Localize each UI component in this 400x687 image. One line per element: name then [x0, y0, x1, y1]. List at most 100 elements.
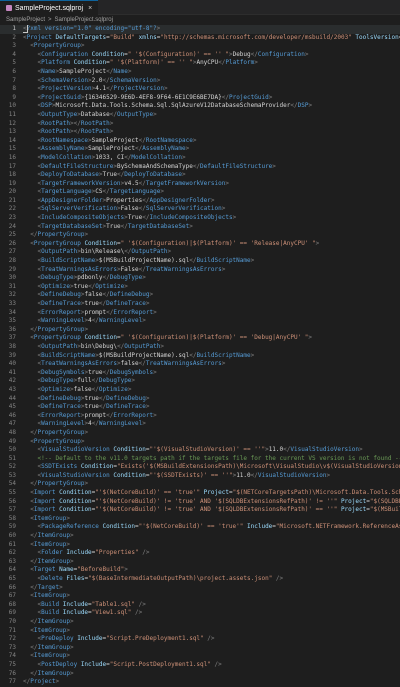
code-line[interactable]: 72 <PreDeploy Include="Script.PreDeploym…: [0, 635, 400, 644]
code-line[interactable]: 73 </ItemGroup>: [0, 644, 400, 653]
code-line[interactable]: 47 <WarningLevel>4</WarningLevel>: [0, 420, 400, 429]
code-token: TargetDatabaseSet: [41, 222, 103, 230]
code-line[interactable]: 17 <DefaultFileStructure>BySchemaAndSche…: [0, 163, 400, 172]
code-line[interactable]: 39 <BuildScriptName>$(MSBuildProjectName…: [0, 352, 400, 361]
code-token: Import: [33, 506, 56, 514]
code-token: >: [84, 325, 89, 333]
code-line[interactable]: 7 <SchemaVersion>2.0</SchemaVersion>: [0, 77, 400, 86]
code-line[interactable]: 74 <ItemGroup>: [0, 652, 400, 661]
code-line[interactable]: 38 <OutputPath>bin\Debug\</OutputPath>: [0, 343, 400, 352]
code-line[interactable]: 24 <TargetDatabaseSet>True</TargetDataba…: [0, 223, 400, 232]
code-token: "$(SQLDBExtensionsRefPath)\Microsoft.Dat…: [369, 497, 400, 505]
code-token: VisualStudioVersion: [290, 446, 360, 454]
code-line[interactable]: 15 <AssemblyName>SampleProject</Assembly…: [0, 145, 400, 154]
code-line[interactable]: 77 </Project>: [0, 678, 400, 687]
code-line[interactable]: 63 </ItemGroup>: [0, 558, 400, 567]
code-line[interactable]: 20 <TargetLanguage>CS</TargetLanguage>: [0, 188, 400, 197]
code-line[interactable]: 1 <?xml version="1.0" encoding="utf-8"?>: [0, 25, 400, 34]
code-line[interactable]: 55 <Import Condition="'$(NetCoreBuild)' …: [0, 489, 400, 498]
code-line[interactable]: 8 <ProjectVersion>4.1</ProjectVersion>: [0, 85, 400, 94]
code-line[interactable]: 48 </PropertyGroup>: [0, 429, 400, 438]
code-line[interactable]: 67 <ItemGroup>: [0, 592, 400, 601]
code-line[interactable]: 26 <PropertyGroup Condition=" '$(Configu…: [0, 240, 400, 249]
code-line[interactable]: 41 <DebugSymbols>true</DebugSymbols>: [0, 369, 400, 378]
code-token: TreatWarningsAsErrors: [145, 360, 222, 368]
code-line[interactable]: 44 <DefineDebug>true</DefineDebug>: [0, 395, 400, 404]
code-token: Delete: [41, 575, 63, 582]
code-line[interactable]: 42 <DebugType>full</DebugType>: [0, 377, 400, 386]
code-line[interactable]: 30 <DebugType>pdbonly</DebugType>: [0, 274, 400, 283]
breadcrumb-item-folder[interactable]: SampleProject: [6, 17, 45, 23]
code-line[interactable]: 68 <Build Include="Table1.sql" />: [0, 601, 400, 610]
code-line[interactable]: 56 <Import Condition="'$(NetCoreBuild)' …: [0, 498, 400, 507]
code-line[interactable]: 21 <AppDesignerFolder>Properties</AppDes…: [0, 197, 400, 206]
code-token: </: [138, 360, 146, 368]
code-line[interactable]: 19 <TargetFrameworkVersion>v4.5</TargetF…: [0, 180, 400, 189]
code-line[interactable]: 27 <OutputPath>bin\Release\</OutputPath>: [0, 248, 400, 257]
code-token: >: [308, 102, 313, 110]
code-line[interactable]: 33 <DefineTrace>true</DefineTrace>: [0, 300, 400, 309]
code-line[interactable]: 11 <OutputType>Database</OutputType>: [0, 111, 400, 120]
code-line[interactable]: 58 <ItemGroup>: [0, 515, 400, 524]
code-line[interactable]: 28 <BuildScriptName>$(MSBuildProjectName…: [0, 257, 400, 266]
code-line[interactable]: 10 <DSP>Microsoft.Data.Tools.Schema.Sql.…: [0, 102, 400, 111]
code-line[interactable]: 9 <ProjectGuid>{16346529-9E6D-4EF8-9F64-…: [0, 94, 400, 103]
code-line[interactable]: 50 <VisualStudioVersion Condition="'$(Vi…: [0, 446, 400, 455]
code-token: DefineTrace: [106, 300, 146, 307]
code-line[interactable]: 43 <Optimize>false</Optimize>: [0, 386, 400, 395]
code-line[interactable]: 60 </ItemGroup>: [0, 532, 400, 541]
code-line[interactable]: 16 <ModelCollation>1033, CI</ModelCollat…: [0, 154, 400, 163]
code-line[interactable]: 32 <DefineDebug>false</DefineDebug>: [0, 291, 400, 300]
code-line[interactable]: 46 <ErrorReport>prompt</ErrorReport>: [0, 412, 400, 421]
code-line[interactable]: 57 <Import Condition="'$(NetCoreBuild)' …: [0, 506, 400, 515]
code-line[interactable]: 18 <DeployToDatabase>True</DeployToDatab…: [0, 171, 400, 180]
code-token: "$(BaseIntermediateOutputPath)\project.a…: [88, 575, 273, 582]
code-line[interactable]: 37 <PropertyGroup Condition=" '$(Configu…: [0, 334, 400, 343]
code-line[interactable]: 14 <RootNamespace>SampleProject</RootNam…: [0, 137, 400, 146]
code-line[interactable]: 70 </ItemGroup>: [0, 618, 400, 627]
close-icon[interactable]: ×: [88, 5, 92, 12]
code-line[interactable]: 23 <IncludeCompositeObjects>True</Includ…: [0, 214, 400, 223]
code-line[interactable]: 66 </Target>: [0, 584, 400, 593]
code-line[interactable]: 61 <ItemGroup>: [0, 541, 400, 550]
code-line[interactable]: 51 <!-- Default to the v11.0 targets pat…: [0, 455, 400, 464]
code-token: OutputType: [41, 110, 78, 118]
code-line[interactable]: 62 <Folder Include="Properties" />: [0, 549, 400, 558]
code-line[interactable]: 36 </PropertyGroup>: [0, 326, 400, 335]
code-line[interactable]: 76 </ItemGroup>: [0, 670, 400, 679]
code-line[interactable]: 59 <PackageReference Condition="'$(NetCo…: [0, 523, 400, 532]
code-line[interactable]: 54 </PropertyGroup>: [0, 480, 400, 489]
code-line[interactable]: 2 <Project DefaultTargets="Build" xmlns="…: [0, 34, 400, 43]
code-line[interactable]: 13 <RootPath></RootPath>: [0, 128, 400, 137]
code-line[interactable]: 69 <Build Include="View1.sql" />: [0, 609, 400, 618]
code-token: </: [221, 93, 229, 101]
code-line[interactable]: 71 <ItemGroup>: [0, 627, 400, 636]
code-line[interactable]: 65 <Delete Files="$(BaseIntermediateOutp…: [0, 575, 400, 584]
code-token: 11.0: [236, 471, 251, 479]
code-line[interactable]: 3 <PropertyGroup>: [0, 42, 400, 51]
code-line[interactable]: 5 <Platform Condition=" '$(Platform)' ==…: [0, 59, 400, 68]
code-editor[interactable]: 1 <?xml version="1.0" encoding="utf-8"?> 2…: [0, 24, 400, 687]
code-line[interactable]: 25 </PropertyGroup>: [0, 231, 400, 240]
code-line[interactable]: 49 <PropertyGroup>: [0, 438, 400, 447]
code-line[interactable]: 40 <TreatWarningsAsErrors>false</TreatWa…: [0, 360, 400, 369]
code-line[interactable]: 53 <VisualStudioVersion Condition="'$(SS…: [0, 472, 400, 481]
code-line[interactable]: 35 <WarningLevel>4</WarningLevel>: [0, 317, 400, 326]
code-line[interactable]: 29 <TreatWarningsAsErrors>False</TreatWa…: [0, 266, 400, 275]
breadcrumb-item-file[interactable]: SampleProject.sqlproj: [55, 17, 113, 23]
code-line[interactable]: 52 <SSDTExists Condition="Exists('$(MSBu…: [0, 463, 400, 472]
code-line[interactable]: 34 <ErrorReport>prompt</ErrorReport>: [0, 309, 400, 318]
line-number: 74: [8, 652, 16, 660]
code-line[interactable]: 6 <Name>SampleProject</Name>: [0, 68, 400, 77]
code-line[interactable]: 64 <Target Name="BeforeBuild">: [0, 566, 400, 575]
code-line[interactable]: 75 <PostDeploy Include="Script.PostDeplo…: [0, 661, 400, 670]
code-line[interactable]: 12 <RootPath></RootPath>: [0, 120, 400, 129]
line-number: 51: [8, 454, 16, 462]
code-line[interactable]: 45 <DefineTrace>true</DefineTrace>: [0, 403, 400, 412]
code-line[interactable]: 4 <Configuration Condition=" '$(Configur…: [0, 51, 400, 60]
code-line[interactable]: 22 <SqlServerVerification>False</SqlServ…: [0, 205, 400, 214]
code-token: " '$(Platform)' == '' ": [109, 59, 193, 67]
tab-sampleproject-sqlproj[interactable]: SampleProject.sqlproj ×: [0, 0, 99, 15]
code-line[interactable]: 31 <Optimize>true</Optimize>: [0, 283, 400, 292]
